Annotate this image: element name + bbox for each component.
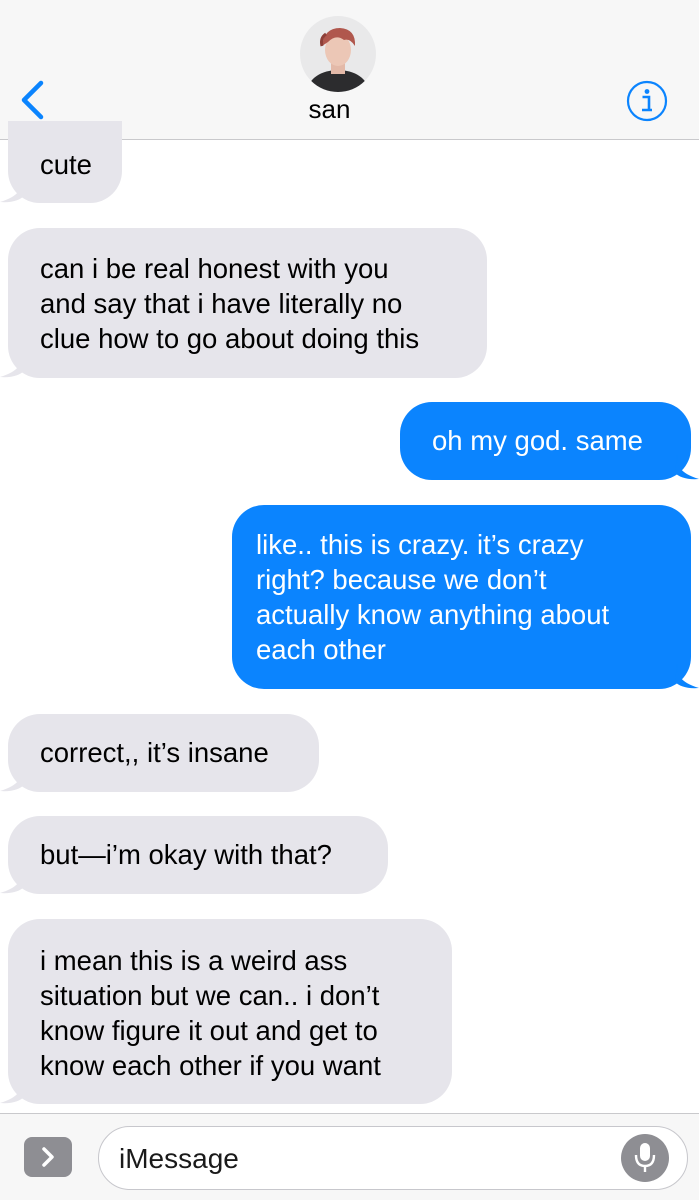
message-text: but—i’m okay with that? (40, 839, 332, 870)
message-text: can i be real honest with you and say th… (40, 253, 420, 354)
microphone-icon (634, 1143, 656, 1172)
bubble-tail (0, 353, 24, 378)
bubble-tail (0, 767, 24, 792)
message-bubble-received[interactable]: cute (8, 121, 122, 203)
message-bubble-sent[interactable]: like.. this is crazy. it’s crazy right? … (232, 505, 691, 689)
info-icon (626, 80, 668, 122)
apps-button[interactable] (24, 1137, 72, 1177)
contact-avatar[interactable] (300, 16, 376, 92)
message-text: oh my god. same (432, 425, 643, 456)
message-input-bar (0, 1113, 699, 1200)
microphone-button[interactable] (621, 1134, 669, 1182)
bubble-tail (675, 455, 699, 480)
message-text: i mean this is a weird ass situation but… (40, 945, 381, 1081)
message-bubble-received[interactable]: correct,, it’s insane (8, 714, 319, 792)
message-text: like.. this is crazy. it’s crazy right? … (256, 529, 610, 665)
message-bubble-received[interactable]: but—i’m okay with that? (8, 816, 388, 894)
message-bubble-sent[interactable]: oh my god. same (400, 402, 691, 480)
info-button[interactable] (625, 79, 669, 123)
message-bubble-received[interactable]: i mean this is a weird ass situation but… (8, 919, 452, 1104)
bubble-tail (0, 178, 24, 203)
imessage-field[interactable] (98, 1126, 688, 1190)
bubble-tail (0, 869, 24, 894)
message-bubble-received[interactable]: can i be real honest with you and say th… (8, 228, 487, 378)
message-input[interactable] (117, 1137, 601, 1181)
conversation-header: san (0, 0, 699, 140)
chevron-right-icon (42, 1147, 54, 1167)
bubble-tail (675, 664, 699, 689)
message-text: cute (40, 149, 92, 180)
bubble-tail (0, 1079, 24, 1104)
message-text: correct,, it’s insane (40, 737, 269, 768)
message-thread[interactable]: cute can i be real honest with you and s… (0, 121, 699, 1113)
